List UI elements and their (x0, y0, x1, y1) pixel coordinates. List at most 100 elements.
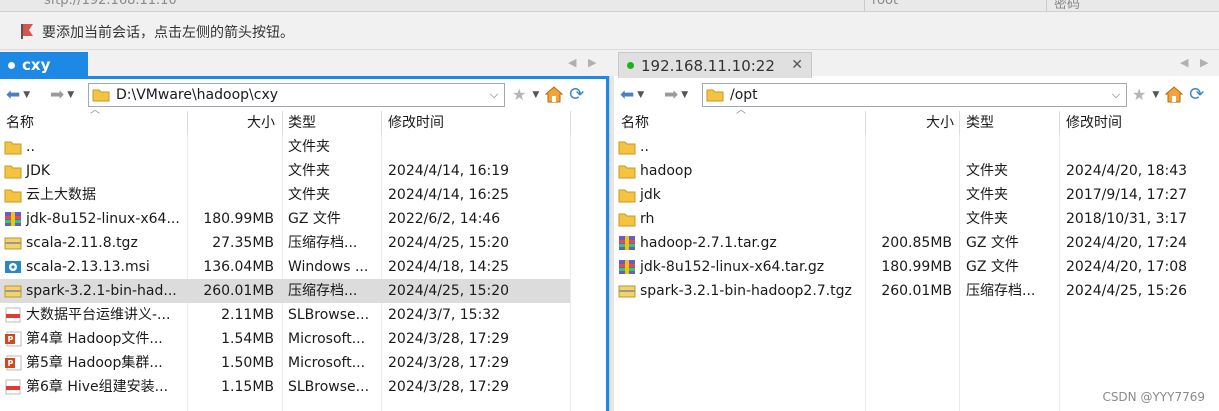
divider[interactable] (282, 111, 283, 135)
session-bar: sftp://192.168.11.10 root 密码 (0, 0, 1219, 12)
file-mtime: 2024/4/14, 16:19 (388, 163, 510, 179)
remote-file-list: .. hadoop 文件夹 2024/4/20, 18:43 jdk 文件夹 2017/9/… (614, 135, 1219, 303)
file-type: Windows ... (288, 259, 369, 275)
file-row[interactable]: scala-2.11.8.tgz 27.35MB 压缩存档... 2024/4/25,… (0, 231, 609, 255)
file-name: spark-3.2.1-bin-had... (26, 283, 177, 299)
close-icon[interactable]: ✕ (791, 57, 803, 73)
tab-label: 192.168.11.10:22 (641, 56, 775, 75)
file-type: GZ 文件 (966, 259, 1019, 275)
file-name: rh (640, 211, 655, 227)
password-field[interactable]: 密码 (1054, 0, 1080, 11)
divider[interactable] (1059, 111, 1060, 135)
file-mtime: 2024/3/28, 17:29 (388, 355, 510, 371)
file-row[interactable]: jdk 文件夹 2017/9/14, 17:27 (614, 183, 1219, 207)
file-row[interactable]: spark-3.2.1-bin-hadoop2.7.tgz 260.01MB 压缩存… (614, 279, 1219, 303)
chevron-down-icon: ▼ (637, 90, 645, 100)
local-column-header: 名称 ︿ 大小 类型 修改时间 (0, 105, 609, 135)
file-row[interactable]: 云上大数据 文件夹 2024/4/14, 16:25 (0, 183, 609, 207)
file-name-cell: jdk-8u152-linux-x64.tar.gz (618, 255, 863, 279)
file-row[interactable]: JDK 文件夹 2024/4/14, 16:19 (0, 159, 609, 183)
file-name-cell: rh (618, 207, 863, 231)
chevron-down-icon[interactable]: ⌵ (1106, 88, 1126, 102)
chevron-down-icon[interactable]: ▼ (532, 90, 539, 100)
refresh-icon[interactable]: ⟳ (569, 84, 584, 105)
forward-button[interactable]: ➡ ▼ (664, 85, 688, 105)
column-name[interactable]: 名称 (621, 111, 649, 135)
file-row[interactable]: hadoop 文件夹 2024/4/20, 18:43 (614, 159, 1219, 183)
tab-scroll-arrows-icon[interactable]: ◀ ▶ (568, 56, 600, 69)
back-button[interactable]: ⬅ ▼ (6, 85, 30, 105)
column-size[interactable]: 大小 (865, 111, 954, 135)
file-name: hadoop (640, 163, 693, 179)
forward-arrow-icon: ➡ (50, 85, 65, 105)
chevron-down-icon[interactable]: ▼ (1152, 90, 1159, 100)
file-row[interactable]: .. (614, 135, 1219, 159)
file-row[interactable]: hadoop-2.7.1.tar.gz 200.85MB GZ 文件 2024/4/2… (614, 231, 1219, 255)
file-row[interactable]: P 第5章 Hadoop集群... 1.50MB Microsoft... 2024/3… (0, 351, 609, 375)
refresh-icon[interactable]: ⟳ (1189, 84, 1204, 105)
divider[interactable] (381, 111, 382, 135)
file-mtime: 2022/6/2, 14:46 (388, 211, 501, 227)
tab-scroll-arrows-icon[interactable]: ◀ ▶ (1180, 56, 1212, 69)
hint-bar: 要添加当前会话，点击左侧的箭头按钮。 (0, 12, 1219, 50)
back-button[interactable]: ⬅ ▼ (620, 85, 644, 105)
chevron-down-icon[interactable]: ⌵ (484, 88, 504, 102)
file-name-cell: hadoop-2.7.1.tar.gz (618, 231, 863, 255)
file-row[interactable]: P 第4章 Hadoop文件... 1.54MB Microsoft... 2024/3… (0, 327, 609, 351)
msi-installer-icon (5, 261, 21, 273)
divider[interactable] (570, 111, 571, 135)
bookmark-star-icon[interactable]: ★ (512, 85, 526, 104)
hint-text: 要添加当前会话，点击左侧的箭头按钮。 (42, 25, 294, 41)
file-row[interactable]: 第6章 Hive组建安装... 1.15MB SLBrowse... 2024/3/2… (0, 375, 609, 399)
forward-button[interactable]: ➡ ▼ (50, 85, 74, 105)
divider[interactable] (959, 111, 960, 135)
path-input[interactable]: /opt ⌵ (702, 83, 1127, 107)
home-icon[interactable] (545, 86, 564, 103)
file-name-cell: jdk (618, 183, 863, 207)
file-name-cell: 第6章 Hive组建安装... (4, 375, 184, 399)
column-mtime[interactable]: 修改时间 (1066, 111, 1122, 135)
back-arrow-icon: ⬅ (6, 85, 21, 105)
file-size: 27.35MB (212, 235, 274, 251)
remote-toolbar-icons: ★ ▼ ⟳ (1132, 84, 1204, 105)
tab-remote[interactable]: 192.168.11.10:22 ✕ (618, 52, 812, 78)
connected-status-dot (627, 62, 634, 69)
file-name-cell: 大数据平台运维讲义-... (4, 303, 184, 327)
user-field[interactable]: root (872, 0, 898, 8)
file-row[interactable]: jdk-8u152-linux-x64.tar.gz 180.99MB GZ 文件 2… (614, 255, 1219, 279)
watermark: CSDN @YYY7769 (1102, 390, 1205, 404)
divider (864, 0, 865, 11)
svg-text:P: P (8, 335, 14, 344)
local-pane: cxy ◀ ▶ ⬅ ▼ ➡ ▼ D:\VMware\hadoop\cxy ⌵ ★ ▼… (0, 50, 609, 411)
file-name: .. (640, 139, 649, 155)
column-size[interactable]: 大小 (187, 111, 275, 135)
file-mtime: 2024/4/20, 17:08 (1066, 259, 1188, 275)
parent-folder-icon (618, 141, 636, 155)
file-type: 文件夹 (288, 187, 330, 203)
file-row[interactable]: jdk-8u152-linux-x64... 180.99MB GZ 文件 2022/… (0, 207, 609, 231)
remote-column-header: 名称 ︿ 大小 类型 修改时间 (614, 105, 1219, 135)
file-row[interactable]: spark-3.2.1-bin-had... 260.01MB 压缩存档... 202… (0, 279, 570, 303)
file-size: 1.15MB (221, 379, 274, 395)
column-name[interactable]: 名称 (6, 111, 34, 135)
path-input[interactable]: D:\VMware\hadoop\cxy ⌵ (88, 83, 505, 107)
file-row[interactable]: .. 文件夹 (0, 135, 609, 159)
column-type[interactable]: 类型 (288, 111, 316, 135)
home-icon[interactable] (1165, 86, 1184, 103)
file-name: scala-2.13.13.msi (26, 259, 150, 275)
file-size: 1.54MB (221, 331, 274, 347)
host-field[interactable]: sftp://192.168.11.10 (44, 0, 177, 8)
column-type[interactable]: 类型 (966, 111, 994, 135)
file-name: 云上大数据 (26, 187, 96, 203)
file-row[interactable]: rh 文件夹 2018/10/31, 3:17 (614, 207, 1219, 231)
file-row[interactable]: 大数据平台运维讲义-... 2.11MB SLBrowse... 2024/3/7, … (0, 303, 609, 327)
file-mtime: 2024/4/25, 15:26 (1066, 283, 1188, 299)
file-size: 260.01MB (881, 283, 952, 299)
file-row[interactable]: scala-2.13.13.msi 136.04MB Windows ... 2024… (0, 255, 609, 279)
file-type: 文件夹 (966, 187, 1008, 203)
forward-arrow-icon: ➡ (664, 85, 679, 105)
sort-up-icon: ︿ (90, 105, 100, 116)
bookmark-star-icon[interactable]: ★ (1132, 85, 1146, 104)
tab-local[interactable]: cxy (0, 52, 88, 78)
column-mtime[interactable]: 修改时间 (388, 111, 444, 135)
